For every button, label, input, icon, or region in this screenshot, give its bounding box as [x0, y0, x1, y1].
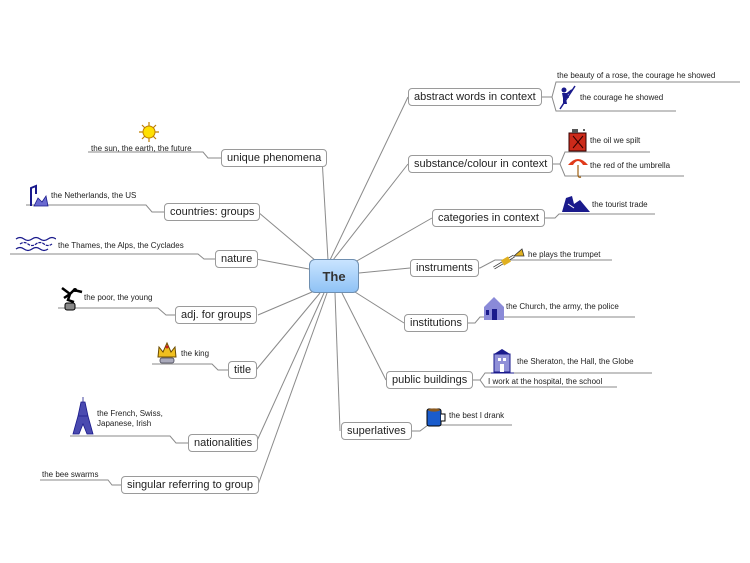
- climber-icon: [559, 85, 576, 110]
- subtopic[interactable]: Japanese, Irish: [97, 419, 151, 429]
- umbrella-icon: [568, 159, 588, 178]
- link-superlatives: [334, 292, 341, 432]
- subtopic[interactable]: the French, Swiss,: [97, 409, 163, 419]
- subtopic[interactable]: the Thames, the Alps, the Cyclades: [58, 241, 184, 251]
- subtopic[interactable]: the oil we spilt: [590, 136, 640, 146]
- topic-singular-group[interactable]: singular referring to group: [121, 476, 259, 494]
- topic-adj-for-groups[interactable]: adj. for groups: [175, 306, 258, 324]
- topic-institutions[interactable]: institutions: [404, 314, 468, 332]
- mug-icon: [426, 408, 446, 427]
- topic-label: substance/colour in context: [414, 158, 548, 170]
- link-public: [341, 292, 387, 381]
- eiffel-tower-icon: [72, 397, 94, 435]
- connector-lines: [10, 81, 740, 486]
- topic-nationalities[interactable]: nationalities: [188, 434, 259, 452]
- link-substance: [332, 163, 409, 261]
- subtopic[interactable]: I work at the hospital, the school: [488, 377, 602, 387]
- topic-substance-colour[interactable]: substance/colour in context: [408, 155, 554, 173]
- link-unique: [321, 157, 329, 261]
- subtopic[interactable]: the Sheraton, the Hall, the Globe: [517, 357, 634, 367]
- link-adj: [257, 291, 313, 316]
- link-categories: [354, 217, 433, 263]
- jumper-icon: [61, 287, 83, 311]
- subtopic[interactable]: the bee swarms: [42, 470, 98, 480]
- trumpet-icon: [493, 248, 525, 270]
- topic-label: title: [234, 364, 252, 376]
- link-nature: [255, 258, 310, 270]
- subtopic[interactable]: the Netherlands, the US: [51, 191, 136, 201]
- link-countries: [257, 211, 317, 262]
- topic-title[interactable]: title: [228, 361, 258, 379]
- topic-public-buildings[interactable]: public buildings: [386, 371, 474, 389]
- link-institutions: [354, 291, 405, 324]
- oil-can-icon: [568, 129, 587, 152]
- subtopic[interactable]: the sun, the earth, the future: [91, 144, 192, 154]
- tourist-icon: [562, 196, 590, 212]
- subtopic[interactable]: the Church, the army, the police: [506, 302, 619, 312]
- topic-label: nationalities: [194, 437, 253, 449]
- topic-abstract-words[interactable]: abstract words in context: [408, 88, 542, 106]
- subtopic[interactable]: the tourist trade: [592, 200, 648, 210]
- subtopic[interactable]: the best I drank: [449, 411, 504, 421]
- country-icon: [30, 184, 49, 207]
- topic-instruments[interactable]: instruments: [410, 259, 479, 277]
- topic-label: abstract words in context: [414, 91, 536, 103]
- topic-label: superlatives: [347, 425, 406, 437]
- topic-label: public buildings: [392, 374, 468, 386]
- crown-icon: [157, 341, 177, 364]
- topic-label: instruments: [416, 262, 473, 274]
- waves-icon: [15, 236, 56, 252]
- topic-label: countries: groups: [170, 206, 255, 218]
- topic-categories[interactable]: categories in context: [432, 209, 545, 227]
- topic-label: singular referring to group: [127, 479, 253, 491]
- topic-label: institutions: [410, 317, 462, 329]
- topic-label: categories in context: [438, 212, 539, 224]
- subtopic[interactable]: the king: [181, 349, 209, 359]
- topic-label: adj. for groups: [181, 309, 252, 321]
- sun-icon: [139, 122, 159, 142]
- topic-superlatives[interactable]: superlatives: [341, 422, 412, 440]
- link-singular: [257, 292, 328, 486]
- link-nationalities: [255, 292, 325, 444]
- central-topic-label: The: [322, 268, 346, 284]
- topic-label: nature: [221, 253, 253, 265]
- topic-unique-phenomena[interactable]: unique phenomena: [221, 149, 328, 167]
- subtopic[interactable]: the poor, the young: [84, 293, 153, 303]
- subtopic[interactable]: the red of the umbrella: [590, 161, 670, 171]
- building-icon: [491, 349, 514, 374]
- link-instruments: [358, 267, 411, 274]
- subtopic[interactable]: the courage he showed: [580, 93, 663, 103]
- link-title: [255, 292, 321, 371]
- church-icon: [484, 297, 504, 320]
- topic-countries-groups[interactable]: countries: groups: [164, 203, 261, 221]
- topic-label: unique phenomena: [227, 152, 322, 164]
- subtopic[interactable]: the beauty of a rose, the courage he sho…: [557, 71, 715, 81]
- topic-nature[interactable]: nature: [215, 250, 259, 268]
- central-topic[interactable]: The: [309, 259, 359, 293]
- subtopic[interactable]: he plays the trumpet: [528, 250, 600, 260]
